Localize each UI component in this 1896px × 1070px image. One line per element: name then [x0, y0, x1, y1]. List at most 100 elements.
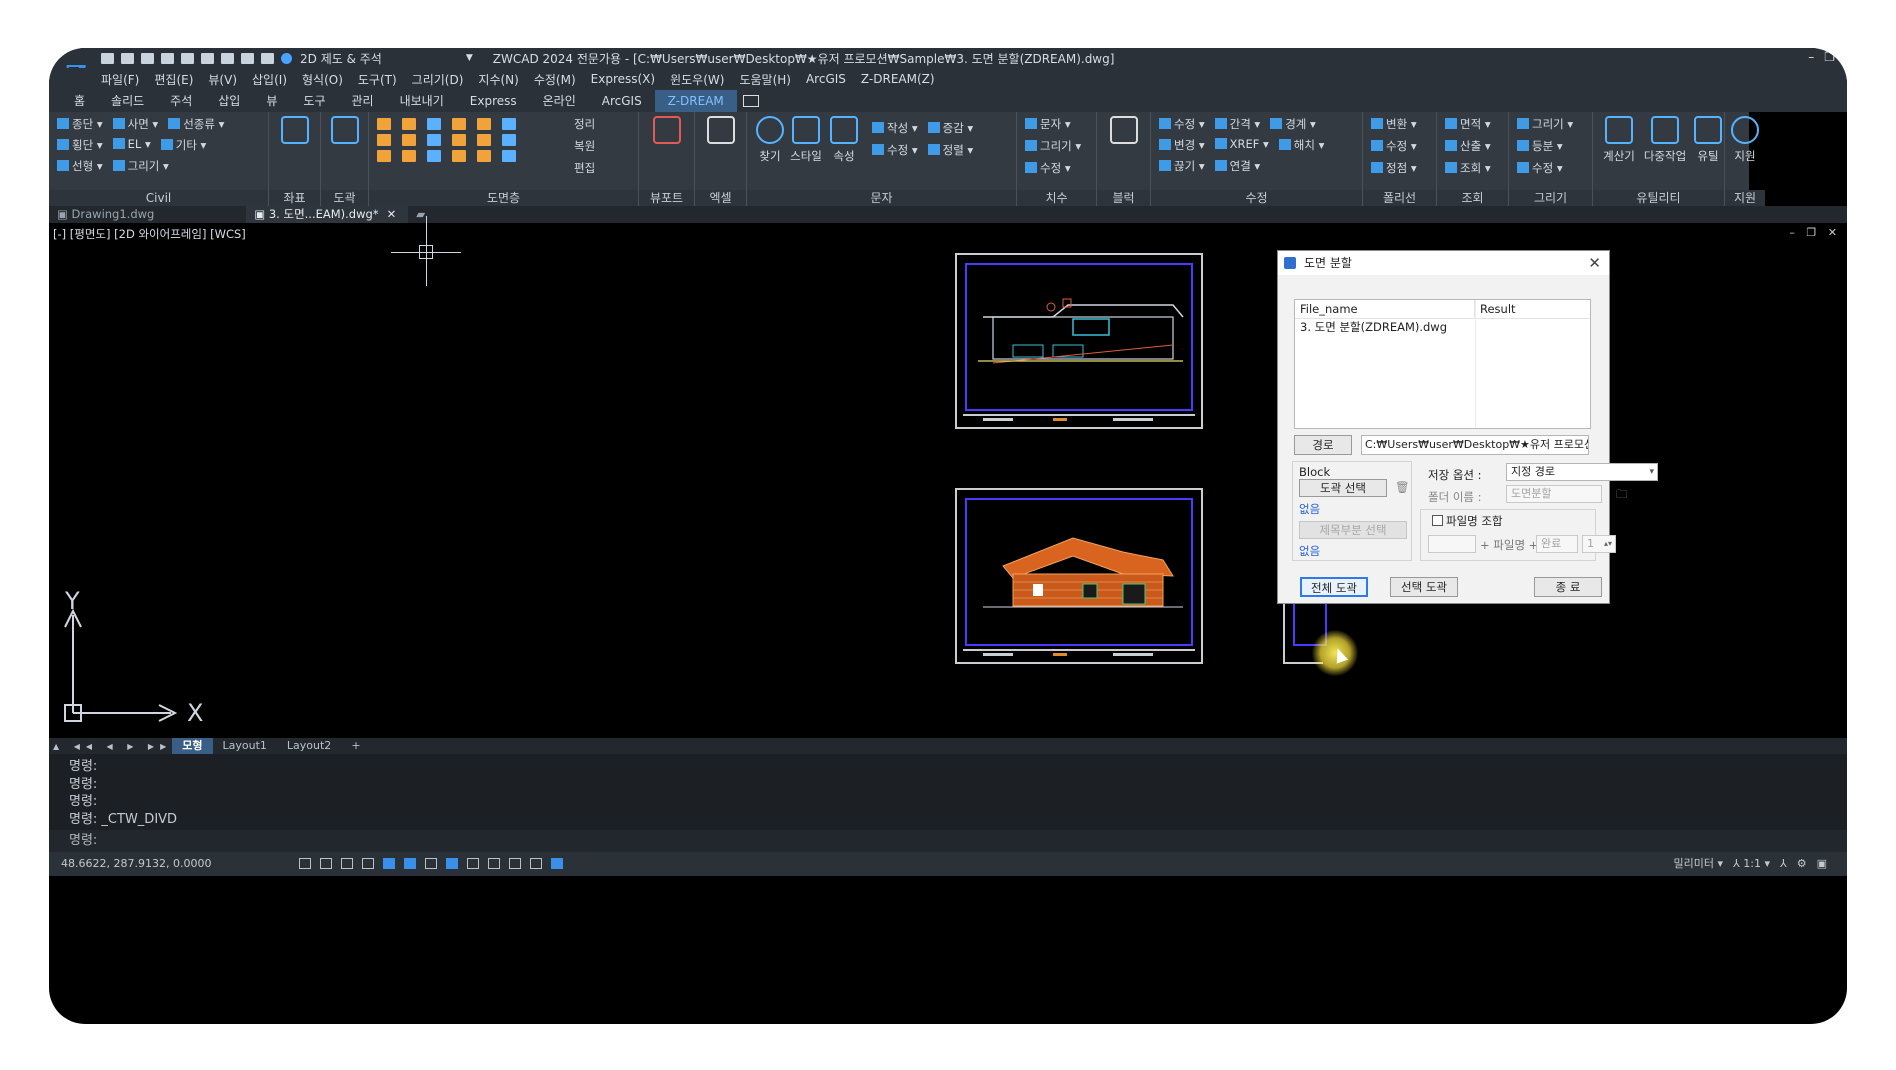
layer-cleanup-button[interactable]: 정리	[574, 116, 595, 132]
polar-toggle-icon[interactable]	[362, 858, 374, 869]
layer-tool-icon[interactable]	[452, 118, 466, 130]
layer-tool-icon[interactable]	[377, 150, 391, 162]
tab-arcgis[interactable]: ArcGIS	[589, 90, 655, 112]
plot-icon[interactable]	[181, 52, 194, 64]
modify-button[interactable]: 수정 ▾	[1159, 116, 1205, 132]
layer-edit-button[interactable]: 편집	[574, 160, 595, 176]
civil-draw-button[interactable]: 그리기 ▾	[112, 158, 169, 174]
tab-view[interactable]: 뷰	[253, 90, 290, 112]
break-button[interactable]: 끊기 ▾	[1159, 158, 1205, 174]
annotation-monitor-icon[interactable]	[530, 858, 542, 869]
viewport-button[interactable]	[650, 116, 684, 148]
menu-insert[interactable]: 삽입(I)	[252, 71, 287, 88]
workspace-switch-icon[interactable]: ⚙	[1797, 852, 1807, 876]
layer-tool-icon[interactable]	[427, 118, 441, 130]
tab-tools[interactable]: 도구	[290, 90, 338, 112]
close-icon[interactable]: ✕	[1588, 251, 1601, 275]
folder-name-field[interactable]: 도면분할	[1506, 485, 1602, 503]
exit-button[interactable]: 종 료	[1534, 577, 1602, 597]
layer-restore-button[interactable]: 복원	[574, 138, 595, 154]
save-option-select[interactable]: 지정 경로 ▾	[1506, 463, 1658, 481]
annotation-scale[interactable]: ⅄ 1:1 ▾	[1733, 852, 1770, 876]
multi-task-button[interactable]: 다중작업	[1641, 116, 1689, 164]
viewport-window-controls[interactable]: – ❐ ✕	[1789, 226, 1841, 239]
ducs-toggle-icon[interactable]	[425, 858, 437, 869]
offset-button[interactable]: 간격 ▾	[1214, 116, 1260, 132]
command-input[interactable]: 명령:	[49, 830, 1847, 852]
otrack-toggle-icon[interactable]	[404, 858, 416, 869]
coord-button[interactable]	[278, 116, 312, 148]
menu-express[interactable]: Express(X)	[591, 72, 655, 86]
doc-tab-active[interactable]: ▣ 3. 도면...EAM).dwg* ✕	[246, 206, 409, 223]
selected-frames-button[interactable]: 선택 도곽	[1390, 577, 1458, 597]
menu-arcgis[interactable]: ArcGIS	[806, 72, 846, 86]
title-none-link[interactable]: 없음	[1299, 543, 1320, 559]
layer-tool-icon[interactable]	[477, 150, 491, 162]
inquiry-button[interactable]: 조회 ▾	[1445, 160, 1491, 176]
ortho-toggle-icon[interactable]	[341, 858, 353, 869]
filename-combine-checkbox[interactable]	[1432, 515, 1443, 526]
tab-online[interactable]: 온라인	[530, 90, 589, 112]
tab-manage[interactable]: 관리	[339, 90, 387, 112]
layer-tool-icon[interactable]	[452, 134, 466, 146]
suffix-field[interactable]: 완료	[1536, 535, 1578, 553]
utility-button[interactable]: 유틸	[1691, 116, 1725, 164]
restore-icon[interactable]: ❐	[1824, 50, 1835, 64]
save-as-icon[interactable]	[161, 52, 174, 64]
text-align-button[interactable]: 정렬 ▾	[927, 142, 973, 158]
properties-icon[interactable]	[221, 52, 234, 64]
open-icon[interactable]	[121, 52, 134, 64]
layer-tool-icon[interactable]	[402, 118, 416, 130]
layer-tool-icon[interactable]	[402, 134, 416, 146]
layout-nav-arrows[interactable]: ▲ ◀◀ ◀ ▶ ▶▶	[53, 742, 172, 751]
undo-icon[interactable]	[241, 52, 254, 64]
tab-insert[interactable]: 삽입	[205, 90, 253, 112]
text-increment-button[interactable]: 증감 ▾	[927, 120, 973, 136]
tab-layout2[interactable]: Layout2	[277, 738, 341, 754]
layer-tool-icon[interactable]	[477, 118, 491, 130]
layer-tool-icon[interactable]	[402, 150, 416, 162]
tab-zdream[interactable]: Z-DREAM	[654, 90, 737, 112]
viewport-controls-label[interactable]: [-] [평면도] [2D 와이어프레임] [WCS]	[53, 226, 246, 242]
column-header-result[interactable]: Result	[1475, 300, 1516, 318]
el-button[interactable]: EL ▾	[112, 137, 151, 153]
layer-tool-icon[interactable]	[377, 134, 391, 146]
grid-toggle-icon[interactable]	[299, 858, 311, 869]
tab-layout1[interactable]: Layout1	[213, 738, 277, 754]
menu-file[interactable]: 파일(F)	[101, 71, 139, 88]
annotation-visibility-icon[interactable]: ⅄	[1780, 852, 1787, 876]
layer-tool-icon[interactable]	[427, 150, 441, 162]
text-properties-button[interactable]: 속성	[827, 116, 861, 164]
folder-browse-icon[interactable]: 🗀	[1616, 487, 1628, 506]
join-button[interactable]: 연결 ▾	[1214, 158, 1260, 174]
path-button[interactable]: 경로	[1294, 435, 1352, 455]
cross-section-button[interactable]: 횡단 ▾	[57, 137, 103, 153]
workspace-selector[interactable]: 2D 제도 & 주석 ▼	[300, 50, 473, 67]
file-result-list[interactable]: File_name Result 3. 도면 분할(ZDREAM).dwg	[1294, 299, 1591, 429]
select-title-button[interactable]: 제목부분 선택	[1299, 521, 1407, 539]
pline-modify-button[interactable]: 수정 ▾	[1371, 138, 1417, 154]
layer-tool-icon[interactable]	[427, 134, 441, 146]
snap-toggle-icon[interactable]	[320, 858, 332, 869]
prefix-field[interactable]	[1428, 535, 1476, 553]
draw-modify-button[interactable]: 수정 ▾	[1517, 160, 1573, 176]
list-item[interactable]: 3. 도면 분할(ZDREAM).dwg	[1295, 319, 1590, 335]
layer-tool-icon[interactable]	[477, 134, 491, 146]
minimize-icon[interactable]: –	[1808, 50, 1814, 64]
tab-solid[interactable]: 솔리드	[98, 90, 157, 112]
tab-express[interactable]: Express	[457, 90, 530, 112]
change-button[interactable]: 변경 ▾	[1159, 137, 1205, 153]
menu-edit[interactable]: 편집(E)	[154, 71, 193, 88]
selection-cycle-icon[interactable]	[509, 858, 521, 869]
menu-zdream[interactable]: Z-DREAM(Z)	[861, 72, 935, 86]
tab-annotate[interactable]: 주석	[157, 90, 205, 112]
text-create-button[interactable]: 작성 ▾	[872, 120, 918, 136]
redo-icon[interactable]	[261, 52, 274, 64]
frame-button[interactable]	[328, 116, 362, 148]
boundary-button[interactable]: 경계 ▾	[1270, 116, 1316, 132]
linetype-button[interactable]: 선종류 ▾	[168, 116, 224, 132]
vertex-button[interactable]: 정점 ▾	[1371, 160, 1417, 176]
dim-modify-button[interactable]: 수정 ▾	[1025, 160, 1081, 176]
osnap-toggle-icon[interactable]	[383, 858, 395, 869]
print-icon[interactable]	[201, 52, 214, 64]
